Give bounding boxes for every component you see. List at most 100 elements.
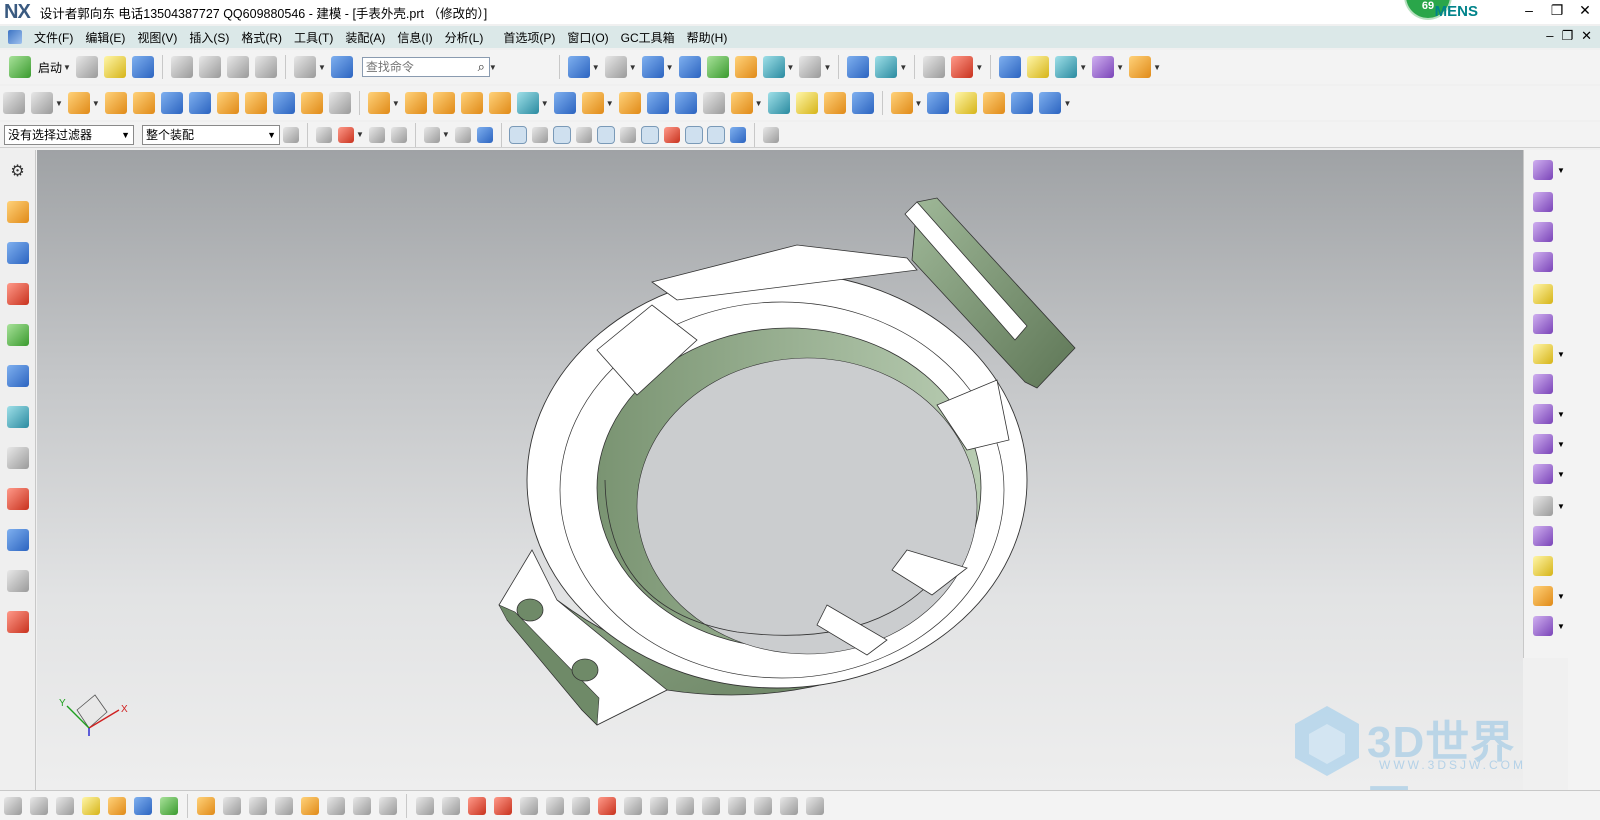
chevron-down-icon[interactable]: ▼ <box>787 63 795 72</box>
chevron-down-icon[interactable]: ▼ <box>823 63 831 72</box>
thicken-icon[interactable] <box>1533 556 1553 576</box>
extract-geometry-icon[interactable] <box>1533 404 1553 424</box>
stop-at-intersection-icon[interactable] <box>390 126 407 143</box>
add-point-icon[interactable] <box>82 796 100 815</box>
command-search-input[interactable] <box>365 60 466 74</box>
patch-icon[interactable] <box>795 92 818 114</box>
hide-show-icon[interactable] <box>1027 56 1050 78</box>
select-direction-icon[interactable] <box>1055 56 1078 78</box>
open-folder-icon[interactable] <box>103 56 126 78</box>
measure-distance-icon[interactable] <box>1129 56 1152 78</box>
chevron-down-icon[interactable]: ▼ <box>1063 99 1071 108</box>
fillet-curve-icon[interactable] <box>728 796 746 815</box>
system-scenes-tab[interactable] <box>6 601 29 642</box>
offset-curve-icon[interactable] <box>650 796 668 815</box>
type-filter-select[interactable]: 没有选择过滤器 ▼ <box>4 124 134 145</box>
surface-icon[interactable] <box>327 796 345 815</box>
mid-point-icon[interactable] <box>552 125 571 144</box>
chevron-down-icon[interactable]: ▼ <box>592 63 600 72</box>
chevron-down-icon[interactable]: ▼ <box>55 99 63 108</box>
doc-restore-button[interactable]: ❐ <box>1561 28 1573 44</box>
scale-body-icon[interactable] <box>730 92 753 114</box>
chevron-down-icon[interactable]: ▼ <box>356 130 364 139</box>
menu-view[interactable]: 视图(V) <box>131 29 183 46</box>
save-icon[interactable] <box>131 56 154 78</box>
chevron-down-icon[interactable]: ▼ <box>1557 470 1565 479</box>
undo-list-icon[interactable] <box>293 56 316 78</box>
combine-body-icon[interactable] <box>1533 434 1553 454</box>
arc-center-icon[interactable] <box>619 126 636 143</box>
info-icon[interactable] <box>330 56 353 78</box>
rectangle-icon[interactable] <box>546 796 564 815</box>
chevron-down-icon[interactable]: ▼ <box>1116 63 1124 72</box>
dimension-icon[interactable] <box>780 796 798 815</box>
chevron-down-icon[interactable]: ▼ <box>442 130 450 139</box>
sew-icon[interactable] <box>767 92 790 114</box>
intersection-point-icon[interactable] <box>596 125 615 144</box>
orient-view-icon[interactable] <box>678 56 701 78</box>
clip-section-icon[interactable] <box>762 56 785 78</box>
material-sphere-icon[interactable] <box>706 56 729 78</box>
layer-settings-icon[interactable] <box>847 56 870 78</box>
chevron-down-icon[interactable]: ▼ <box>318 63 326 72</box>
face-select-icon[interactable] <box>454 126 471 143</box>
chevron-down-icon[interactable]: ▼ <box>755 99 763 108</box>
constraint-tool-icon[interactable] <box>754 796 772 815</box>
draft-body-icon[interactable] <box>1533 284 1553 304</box>
grid-snap-icon[interactable] <box>1092 56 1115 78</box>
chevron-down-icon[interactable]: ▼ <box>489 63 497 72</box>
trim-icon[interactable] <box>676 796 694 815</box>
close-button[interactable]: ✕ <box>1576 2 1594 19</box>
reposition-icon[interactable] <box>1533 192 1553 212</box>
line-icon[interactable] <box>108 796 126 815</box>
trim-body-icon[interactable] <box>516 92 539 114</box>
sketch-icon[interactable] <box>3 92 25 114</box>
alternate-solution-icon[interactable] <box>806 796 824 815</box>
assembly-navigator-tab[interactable] <box>6 191 29 232</box>
menu-format[interactable]: 格式(R) <box>235 29 288 46</box>
delete-face-icon[interactable] <box>1011 92 1034 114</box>
draft-icon[interactable] <box>646 92 669 114</box>
datum-plane-icon[interactable] <box>31 92 53 114</box>
block-tool-icon[interactable] <box>275 796 293 815</box>
feature-select-icon[interactable] <box>316 126 332 143</box>
resource-bar-settings[interactable]: ⚙ <box>10 150 24 191</box>
edge-blend-icon[interactable] <box>581 92 604 114</box>
menu-help[interactable]: 帮助(H) <box>681 29 734 46</box>
body-select-icon[interactable] <box>476 126 493 143</box>
offset-face-icon[interactable] <box>702 92 725 114</box>
edit-section-icon[interactable] <box>734 56 757 78</box>
roles-tab[interactable] <box>6 560 29 601</box>
array-icon[interactable] <box>460 92 483 114</box>
start-button[interactable]: 启动 ▼ <box>6 56 73 78</box>
component-icon[interactable] <box>223 796 241 815</box>
pattern-icon[interactable] <box>432 92 455 114</box>
hierarchy-icon[interactable] <box>249 796 267 815</box>
menu-edit[interactable]: 编辑(E) <box>79 29 131 46</box>
snap-point-icon[interactable] <box>508 125 527 144</box>
split-body-icon[interactable] <box>553 92 576 114</box>
thread-icon[interactable] <box>328 92 351 114</box>
curve-edit-icon[interactable] <box>353 796 371 815</box>
rectangle-select-icon[interactable] <box>423 126 440 143</box>
mirror-icon[interactable] <box>134 796 152 815</box>
menu-preferences[interactable]: 首选项(P) <box>497 29 561 46</box>
unite-body-icon[interactable] <box>1533 616 1553 636</box>
instance-geometry-icon[interactable] <box>1533 314 1553 334</box>
profile-icon[interactable] <box>468 796 486 815</box>
menu-window[interactable]: 窗口(O) <box>561 29 614 46</box>
chevron-down-icon[interactable]: ▼ <box>629 63 637 72</box>
copy-icon[interactable] <box>198 56 221 78</box>
chevron-down-icon[interactable]: ▼ <box>666 63 674 72</box>
assembly-tool-icon[interactable] <box>197 796 215 815</box>
render-style-icon[interactable] <box>641 56 664 78</box>
chevron-down-icon[interactable]: ▼ <box>392 99 400 108</box>
menu-insert[interactable]: 插入(S) <box>183 29 235 46</box>
background-icon[interactable] <box>799 56 822 78</box>
watch-case-model[interactable] <box>498 197 1076 726</box>
menu-file[interactable]: 文件(F) <box>28 29 79 46</box>
arc-icon[interactable] <box>494 796 512 815</box>
plus-curve-icon[interactable] <box>160 796 178 815</box>
cut-icon[interactable] <box>170 56 193 78</box>
inferred-curve-icon[interactable] <box>368 126 385 143</box>
